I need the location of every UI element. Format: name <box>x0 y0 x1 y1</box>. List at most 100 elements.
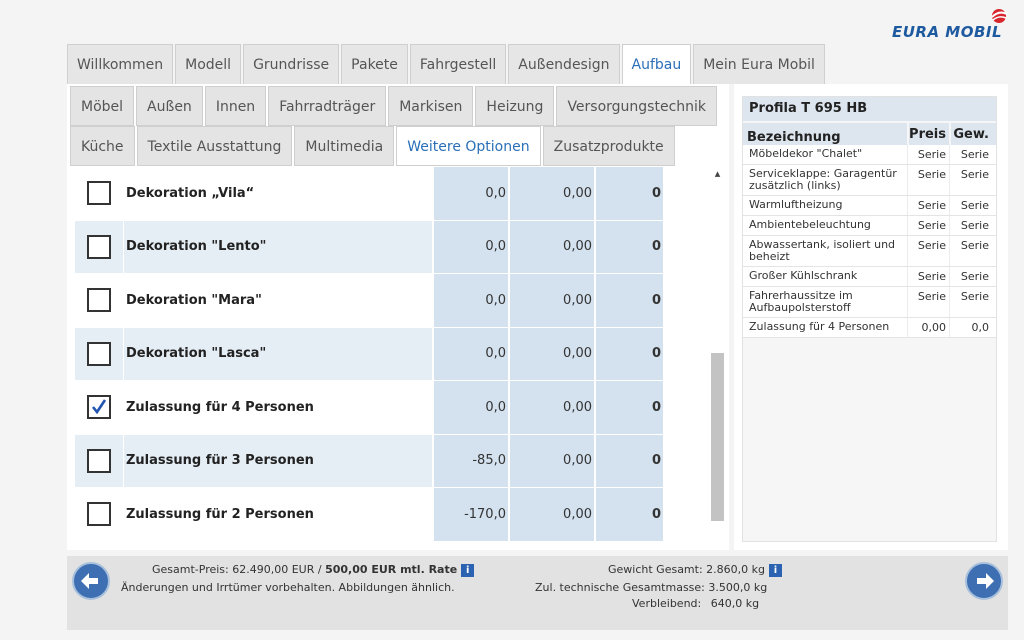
option-weight: 0,00 <box>508 327 594 380</box>
option-row[interactable]: Dekoration „Vila“ 0,0 0,00 0 <box>75 167 663 221</box>
footer-bar: Gesamt-Preis: 62.490,00 EUR / 500,00 EUR… <box>67 556 1008 630</box>
summary-item-gew: Serie <box>949 287 992 317</box>
option-name: Dekoration „Vila“ <box>126 185 255 201</box>
option-checkbox[interactable] <box>87 448 111 473</box>
subtab-6[interactable]: Versorgungstechnik <box>556 86 718 126</box>
scroll-thumb[interactable] <box>711 353 724 521</box>
option-name: Zulassung für 2 Personen <box>126 506 314 522</box>
option-weight-extra: 0 <box>594 488 663 541</box>
option-row[interactable]: Dekoration "Lasca" 0,0 0,00 0 <box>75 327 663 381</box>
total-price-label: Gesamt-Preis: 62.490,00 EUR / <box>152 563 326 576</box>
subtab-4[interactable]: Zusatzprodukte <box>542 126 675 166</box>
option-checkbox-cell <box>75 220 124 273</box>
option-row[interactable]: Zulassung für 4 Personen 0,0 0,00 0 <box>75 381 663 435</box>
summary-header: Bezeichnung Preis Gew. <box>743 121 996 145</box>
summary-row: Großer Kühlschrank Serie Serie <box>743 267 996 287</box>
summary-item-name: Fahrerhaussitze im Aufbaupolsterstoff <box>749 289 853 314</box>
remaining-label: Verbleibend: <box>632 597 702 610</box>
summary-item-gew: Serie <box>949 267 992 286</box>
option-price: 0,0 <box>432 274 508 327</box>
summary-item-preis: Serie <box>907 216 949 235</box>
tab-2[interactable]: Grundrisse <box>243 44 340 84</box>
summary-row: Warmluftheizung Serie Serie <box>743 196 996 216</box>
option-weight: 0,00 <box>508 274 594 327</box>
configuration-summary: Profila T 695 HB Bezeichnung Preis Gew. … <box>742 96 997 542</box>
summary-item-name: Serviceklappe: Garagentür zusätzlich (li… <box>749 167 897 192</box>
option-weight: 0,00 <box>508 434 594 487</box>
option-weight-extra: 0 <box>594 167 663 220</box>
option-checkbox[interactable] <box>87 181 111 206</box>
option-checkbox[interactable] <box>87 234 111 259</box>
tab-3[interactable]: Pakete <box>341 44 408 84</box>
subtab-5[interactable]: Heizung <box>475 86 555 126</box>
subtab-0[interactable]: Möbel <box>70 86 135 126</box>
summary-row: Abwassertank, isoliert und beheizt Serie S… <box>743 236 996 267</box>
summary-item-gew: Serie <box>949 216 992 235</box>
summary-item-preis: Serie <box>907 196 949 215</box>
option-checkbox[interactable] <box>87 341 111 366</box>
summary-title: Profila T 695 HB <box>743 97 996 121</box>
tab-4[interactable]: Fahrgestell <box>409 44 507 84</box>
subtab-2[interactable]: Multimedia <box>294 126 395 166</box>
tab-5[interactable]: Außendesign <box>508 44 620 84</box>
disclaimer: Änderungen und Irrtümer vorbehalten. Abb… <box>121 581 455 594</box>
summary-rows: Möbeldekor "Chalet" Serie Serie Serviceklap… <box>743 145 996 338</box>
summary-col-gew: Gew. <box>949 123 992 145</box>
option-weight-extra: 0 <box>594 381 663 434</box>
info-icon[interactable]: i <box>769 563 783 577</box>
option-price: 0,0 <box>432 381 508 434</box>
summary-item-gew: Serie <box>949 145 992 164</box>
tab-6[interactable]: Aufbau <box>621 44 692 84</box>
back-button[interactable] <box>72 562 110 600</box>
option-checkbox[interactable] <box>87 288 111 313</box>
summary-item-gew: Serie <box>949 236 992 266</box>
subtab-3[interactable]: Weitere Optionen <box>396 126 541 166</box>
option-checkbox-cell <box>75 327 124 380</box>
summary-item-gew: Serie <box>949 196 992 215</box>
option-checkbox[interactable] <box>87 395 111 420</box>
option-row[interactable]: Dekoration "Lento" 0,0 0,00 0 <box>75 220 663 274</box>
subtab-1[interactable]: Außen <box>136 86 203 126</box>
logo-text: EURA MOBIL <box>892 23 1003 41</box>
option-row[interactable]: Zulassung für 3 Personen -85,0 0,00 0 <box>75 434 663 488</box>
option-weight-extra: 0 <box>594 220 663 273</box>
summary-item-name: Großer Kühlschrank <box>749 269 858 282</box>
subtab-2[interactable]: Innen <box>204 86 267 126</box>
subtab-0[interactable]: Küche <box>70 126 135 166</box>
scrollbar[interactable]: ▴ <box>709 167 726 541</box>
option-price: -85,0 <box>432 434 508 487</box>
option-row[interactable]: Dekoration "Mara" 0,0 0,00 0 <box>75 274 663 328</box>
summary-item-name: Ambientebeleuchtung <box>749 218 871 231</box>
checkmark-icon <box>91 399 107 415</box>
option-weight: 0,00 <box>508 381 594 434</box>
option-checkbox-cell <box>75 434 124 487</box>
forward-button[interactable] <box>965 562 1003 600</box>
option-price: 0,0 <box>432 220 508 273</box>
subtab-4[interactable]: Markisen <box>388 86 474 126</box>
option-weight-extra: 0 <box>594 274 663 327</box>
summary-row: Serviceklappe: Garagentür zusätzlich (li… <box>743 165 996 196</box>
option-row[interactable]: Zulassung für 2 Personen -170,0 0,00 0 <box>75 488 663 541</box>
summary-item-preis: Serie <box>907 287 949 317</box>
summary-item-gew: 0,0 <box>949 318 992 337</box>
option-checkbox[interactable] <box>87 502 111 527</box>
option-name: Zulassung für 3 Personen <box>124 434 432 487</box>
info-icon[interactable]: i <box>461 563 475 577</box>
option-weight-extra: 0 <box>594 434 663 487</box>
weight-total-text: Gewicht Gesamt: 2.860,0 kg <box>608 563 766 576</box>
tab-7[interactable]: Mein Eura Mobil <box>693 44 825 84</box>
option-weight: 0,00 <box>508 488 594 541</box>
subtab-3[interactable]: Fahrradträger <box>268 86 387 126</box>
summary-item-name: Möbeldekor "Chalet" <box>749 147 863 160</box>
summary-item-preis: Serie <box>907 165 949 195</box>
tab-0[interactable]: Willkommen <box>67 44 174 84</box>
summary-row: Fahrerhaussitze im Aufbaupolsterstoff Ser… <box>743 287 996 318</box>
brand-logo: EURA MOBIL <box>890 8 1014 42</box>
scroll-up-icon[interactable]: ▴ <box>709 167 726 181</box>
options-list: Dekoration „Vila“ 0,0 0,00 0 Dekoration "Len… <box>75 167 663 541</box>
subtab-1[interactable]: Textile Ausstattung <box>136 126 293 166</box>
tab-1[interactable]: Modell <box>175 44 242 84</box>
total-price: Gesamt-Preis: 62.490,00 EUR / 500,00 EUR… <box>152 563 475 577</box>
option-name: Zulassung für 4 Personen <box>126 399 314 415</box>
option-price: -170,0 <box>432 488 508 541</box>
